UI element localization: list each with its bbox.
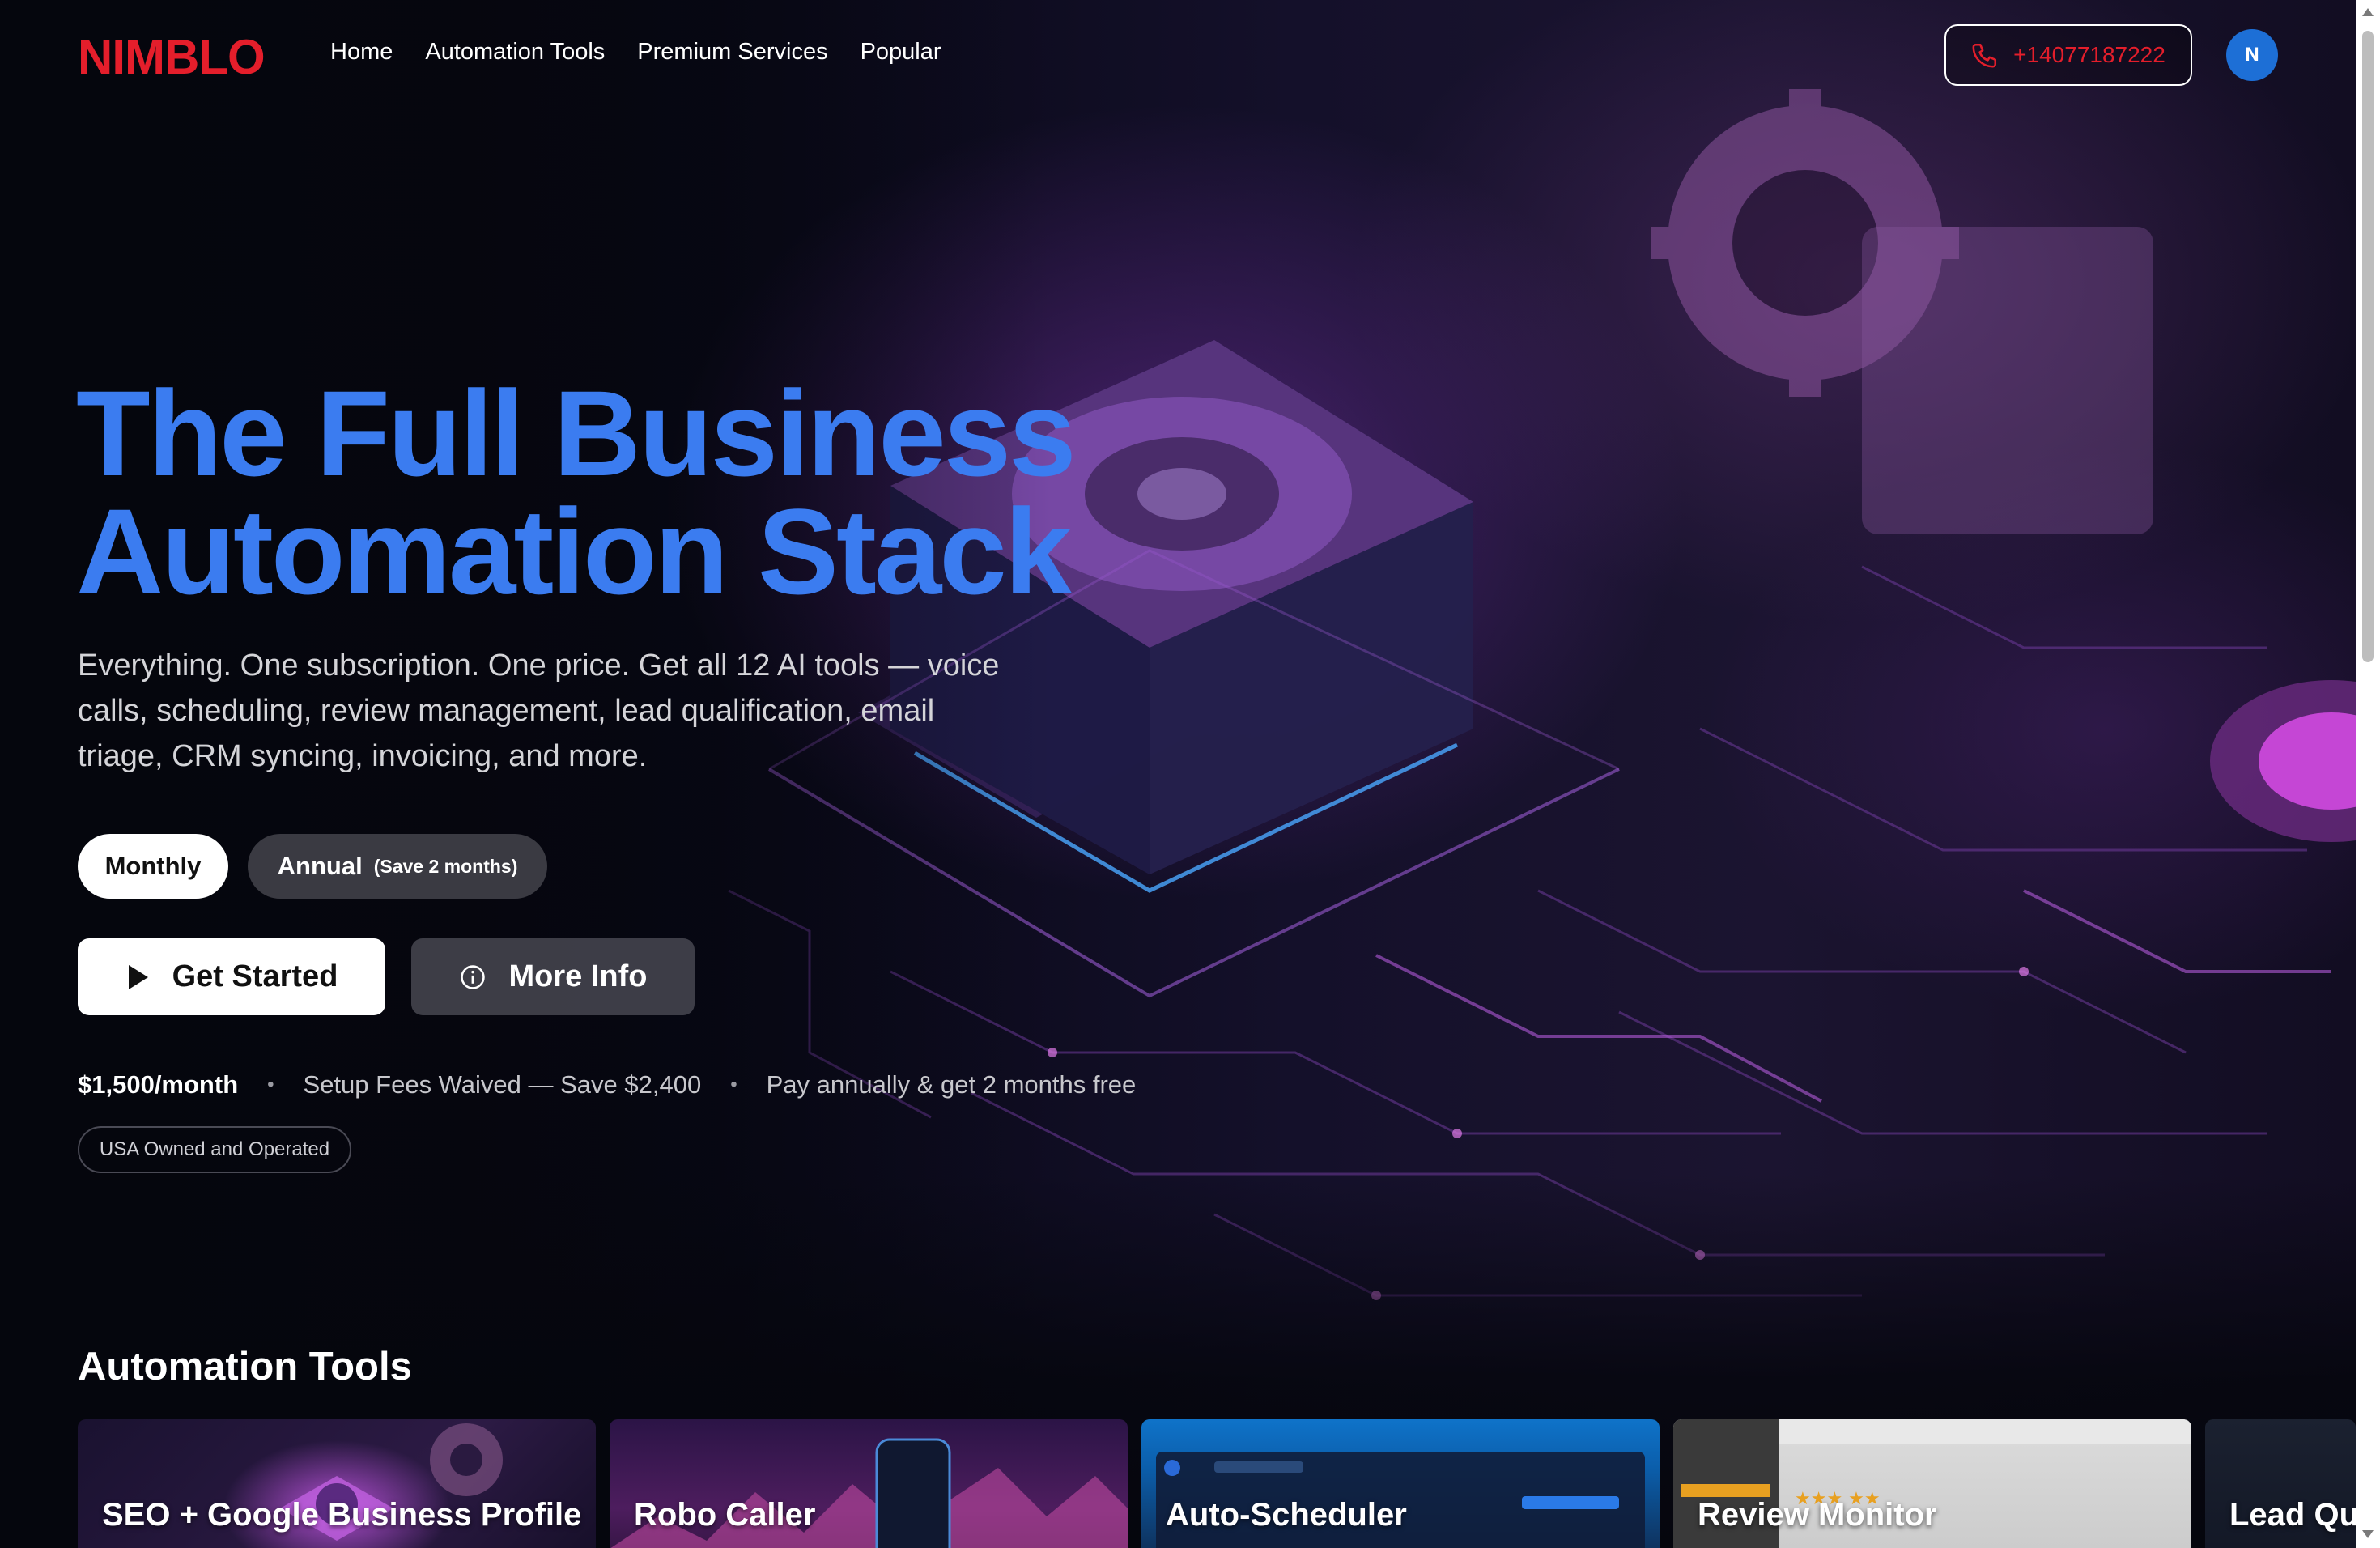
page-scrollbar[interactable] [2356,0,2380,1548]
play-icon [128,964,148,989]
automation-tools-carousel: SEO + Google Business Profile Robo Calle… [78,1419,2356,1548]
billing-toggle-annual-note: (Save 2 months) [373,855,518,877]
scroll-down-arrow-icon[interactable] [2362,1530,2374,1538]
automation-tools-heading: Automation Tools [78,1345,412,1389]
tool-card-label: Review Monitor [1698,1497,1937,1533]
nav-link-home[interactable]: Home [330,39,393,66]
usa-owned-badge: USA Owned and Operated [78,1126,351,1173]
tool-card-label: SEO + Google Business Profile [102,1497,582,1533]
separator-dot: • [730,1074,737,1095]
hero-title-line1: The Full Business [76,365,1077,501]
nav-link-automation-tools[interactable]: Automation Tools [425,39,605,66]
phone-call-button[interactable]: +14077187222 [1944,24,2192,86]
more-info-button[interactable]: More Info [411,938,695,1015]
hero-subtitle: Everything. One subscription. One price.… [78,649,1000,773]
phone-number: +14077187222 [2013,42,2165,67]
nimblo-logo[interactable]: NIMBLO [78,29,266,85]
tool-card-label: Robo Caller [634,1497,816,1533]
price-monthly: $1,500/month [78,1070,239,1099]
scroll-up-arrow-icon[interactable] [2362,8,2374,16]
annual-billing-note: Pay annually & get 2 months free [766,1070,1137,1099]
more-info-label: More Info [508,959,648,993]
billing-toggle-annual-label: Annual [277,852,363,880]
tool-card-auto-scheduler[interactable]: Auto-Scheduler [1141,1419,1660,1548]
tool-card-robo-caller[interactable]: Robo Caller [610,1419,1128,1548]
scrollbar-thumb[interactable] [2362,31,2374,662]
tool-card-lead-qualifier[interactable]: Lead Qualifier [2205,1419,2356,1548]
get-started-button[interactable]: Get Started [78,938,385,1015]
setup-fee-note: Setup Fees Waived — Save $2,400 [303,1070,702,1099]
phone-icon [1972,43,1997,68]
billing-toggle-monthly[interactable]: Monthly [78,834,228,899]
tool-card-review-monitor[interactable]: ★★★ ★★ Review Monitor [1673,1419,2191,1548]
nav-link-popular[interactable]: Popular [861,39,941,66]
tool-card-seo[interactable]: SEO + Google Business Profile [78,1419,596,1548]
billing-toggle-annual[interactable]: Annual (Save 2 months) [248,834,547,899]
top-navigation: NIMBLO Home Automation Tools Premium Ser… [0,0,2356,108]
hero-title-line2: Automation Stack [76,483,1072,619]
nav-link-premium-services[interactable]: Premium Services [637,39,827,66]
tool-card-label: Lead Qualifier [2229,1497,2356,1533]
tool-card-label: Auto-Scheduler [1166,1497,1407,1533]
separator-dot: • [267,1074,274,1095]
nav-links: Home Automation Tools Premium Services P… [330,39,941,66]
info-icon [460,964,485,989]
hero-title: The Full Business Automation Stack [76,372,1209,612]
get-started-label: Get Started [172,959,338,993]
user-avatar[interactable]: N [2226,29,2278,81]
pricing-summary: $1,500/month • Setup Fees Waived — Save … [78,1070,1136,1099]
